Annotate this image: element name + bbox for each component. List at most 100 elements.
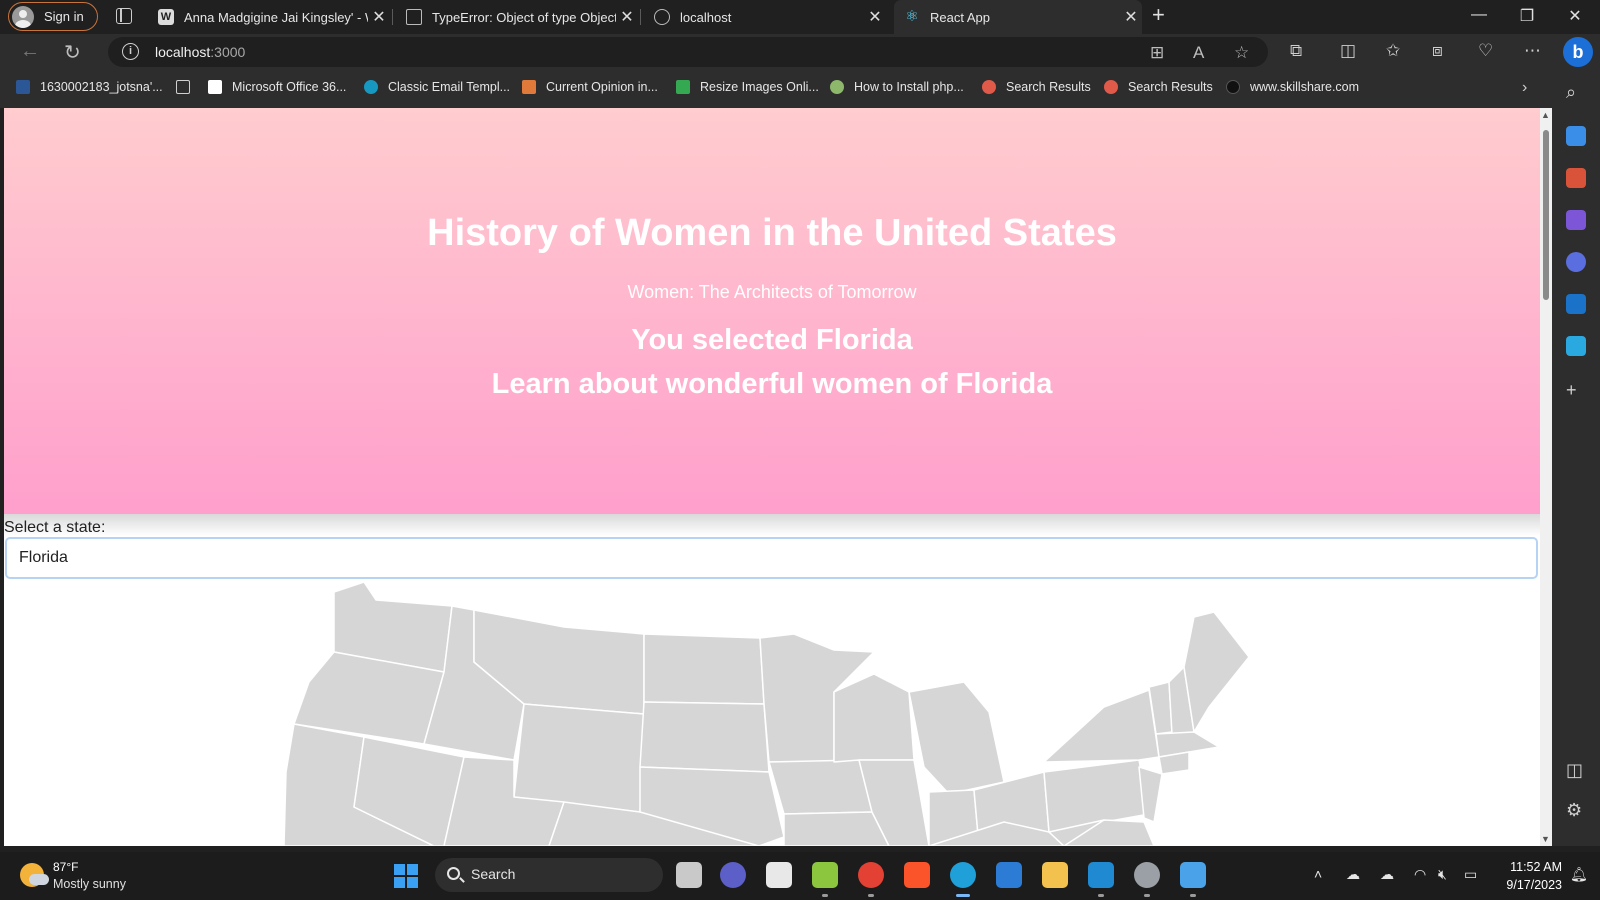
- state-wisconsin[interactable]: [833, 673, 915, 763]
- file-explorer-icon[interactable]: [1042, 862, 1068, 888]
- games-icon[interactable]: [1566, 210, 1586, 230]
- edge-icon[interactable]: [950, 862, 976, 888]
- scroll-down-icon[interactable]: ▼: [1541, 834, 1550, 844]
- state-iowa[interactable]: [768, 759, 873, 815]
- windows-start-icon[interactable]: [394, 864, 418, 888]
- favorites-icon[interactable]: ✩: [1386, 41, 1400, 61]
- close-window-icon[interactable]: ✕: [1552, 6, 1598, 26]
- close-tab-icon[interactable]: ✕: [864, 7, 886, 27]
- tab-anna-kingsley[interactable]: W Anna Madgigine Jai Kingsley' - W ✕: [148, 0, 390, 34]
- tab-strip: Sign in W Anna Madgigine Jai Kingsley' -…: [0, 0, 1600, 34]
- mail-icon[interactable]: [996, 862, 1022, 888]
- state-maine[interactable]: [1183, 611, 1250, 733]
- state-missouri[interactable]: [783, 811, 890, 846]
- hero-banner: History of Women in the United States Wo…: [4, 108, 1540, 514]
- collections-icon[interactable]: ⧈: [1432, 41, 1443, 61]
- notepad-icon[interactable]: [1180, 862, 1206, 888]
- wifi-icon[interactable]: ◠: [1414, 866, 1426, 883]
- address-bar[interactable]: i localhost:3000 ⊞ A ☆: [108, 37, 1268, 67]
- state-north-dakota[interactable]: [643, 633, 765, 705]
- taskbar: 87°F Mostly sunny Search ˄ ☁ ☁ ◠ 🔇︎ ▭ 11…: [0, 852, 1600, 900]
- sign-in-button[interactable]: Sign in: [8, 2, 98, 31]
- settings-app-icon[interactable]: [1134, 862, 1160, 888]
- read-aloud-icon[interactable]: A: [1193, 43, 1204, 63]
- favorite-item[interactable]: Current Opinion in...: [522, 80, 658, 94]
- favorite-item[interactable]: Classic Email Templ...: [364, 80, 510, 94]
- tab-title: TypeError: Object of type Object: [432, 9, 616, 25]
- restore-icon[interactable]: ❐: [1504, 6, 1550, 26]
- us-states-map[interactable]: [4, 582, 1540, 846]
- drop-icon[interactable]: [1566, 336, 1586, 356]
- vertical-scrollbar[interactable]: ▲ ▼: [1540, 108, 1552, 846]
- new-tab-icon[interactable]: +: [1152, 2, 1165, 28]
- salesforce-icon: [364, 80, 378, 94]
- favorite-item[interactable]: 1630002183_jotsna'...: [16, 80, 163, 94]
- state-south-dakota[interactable]: [639, 701, 770, 773]
- more-menu-icon[interactable]: ⋯: [1524, 41, 1541, 61]
- site-info-icon[interactable]: i: [122, 43, 139, 60]
- minimize-icon[interactable]: —: [1456, 6, 1502, 24]
- favorite-item[interactable]: [176, 80, 200, 94]
- wikipedia-icon: W: [158, 9, 174, 25]
- add-icon[interactable]: +: [1566, 380, 1577, 401]
- back-icon[interactable]: ←: [20, 40, 40, 63]
- state-select-input[interactable]: [5, 537, 1538, 579]
- notepad-app-icon[interactable]: [812, 862, 838, 888]
- favorite-item[interactable]: Search Results: [982, 80, 1091, 94]
- teams-chat-icon[interactable]: [720, 862, 746, 888]
- search-icon[interactable]: ⌕: [1566, 82, 1576, 103]
- speaker-muted-icon[interactable]: 🔇︎: [1438, 866, 1447, 883]
- onedrive-error-icon[interactable]: ☁: [1346, 866, 1360, 883]
- outlook-icon[interactable]: [1566, 294, 1586, 314]
- close-tab-icon[interactable]: ✕: [616, 7, 638, 27]
- clock-date[interactable]: 9/17/2023: [1498, 878, 1562, 892]
- app-available-icon[interactable]: ⊞: [1150, 43, 1164, 63]
- resize-icon: [676, 80, 690, 94]
- localhost-icon: [654, 9, 670, 25]
- task-view-icon[interactable]: [676, 862, 702, 888]
- copilot-icon[interactable]: b: [1563, 37, 1593, 67]
- clock-time[interactable]: 11:52 AM: [1498, 860, 1562, 874]
- chevron-right-icon[interactable]: ›: [1522, 79, 1527, 97]
- url-text[interactable]: localhost:3000: [155, 44, 245, 60]
- tools-icon[interactable]: [1566, 168, 1586, 188]
- brave-icon[interactable]: [904, 862, 930, 888]
- microsoft-365-icon[interactable]: [1566, 252, 1586, 272]
- state-michigan[interactable]: [908, 681, 1005, 795]
- weather-temperature[interactable]: 87°F: [53, 860, 78, 874]
- onedrive-error-icon[interactable]: ☁: [1380, 866, 1394, 883]
- taskbar-search[interactable]: Search: [435, 858, 663, 892]
- favorite-star-icon[interactable]: ☆: [1234, 43, 1249, 63]
- close-tab-icon[interactable]: ✕: [1120, 7, 1142, 27]
- battery-icon[interactable]: ▭: [1464, 866, 1477, 883]
- tab-actions-icon[interactable]: [116, 8, 132, 24]
- weather-description[interactable]: Mostly sunny: [53, 877, 126, 891]
- split-screen-icon[interactable]: ◫: [1340, 41, 1356, 61]
- favorite-item[interactable]: Search Results: [1104, 80, 1213, 94]
- chevron-up-icon[interactable]: ˄: [1314, 866, 1322, 882]
- favorite-item[interactable]: How to Install php...: [830, 80, 964, 94]
- favorite-item[interactable]: www.skillshare.com: [1226, 80, 1359, 94]
- extensions-icon[interactable]: ⧉: [1290, 41, 1302, 61]
- settings-gear-icon[interactable]: ⚙: [1566, 800, 1582, 821]
- tab-localhost[interactable]: localhost ✕: [644, 0, 886, 34]
- refresh-icon[interactable]: ↻: [64, 40, 81, 65]
- tab-react-app[interactable]: ⚛ React App ✕: [894, 0, 1142, 34]
- chrome-icon[interactable]: [858, 862, 884, 888]
- scroll-up-icon[interactable]: ▲: [1541, 110, 1550, 120]
- scrollbar-thumb[interactable]: [1543, 130, 1549, 300]
- search-results-icon: [982, 80, 996, 94]
- weather-sun-icon[interactable]: [20, 863, 49, 887]
- close-tab-icon[interactable]: ✕: [368, 7, 390, 27]
- tab-typeerror[interactable]: TypeError: Object of type Object ✕: [396, 0, 638, 34]
- browser-essentials-icon[interactable]: ♡: [1478, 41, 1493, 61]
- favorite-item[interactable]: Resize Images Onli...: [676, 80, 819, 94]
- notifications-icon[interactable]: 🔔︎: [1570, 866, 1588, 883]
- state-wyoming[interactable]: [513, 703, 645, 813]
- favorite-item[interactable]: Microsoft Office 36...: [208, 80, 346, 94]
- hide-sidebar-icon[interactable]: ◫: [1566, 760, 1583, 781]
- vscode-icon[interactable]: [1088, 862, 1114, 888]
- shopping-icon[interactable]: [1566, 126, 1586, 146]
- store-icon[interactable]: [766, 862, 792, 888]
- state-new-york[interactable]: [1043, 689, 1160, 763]
